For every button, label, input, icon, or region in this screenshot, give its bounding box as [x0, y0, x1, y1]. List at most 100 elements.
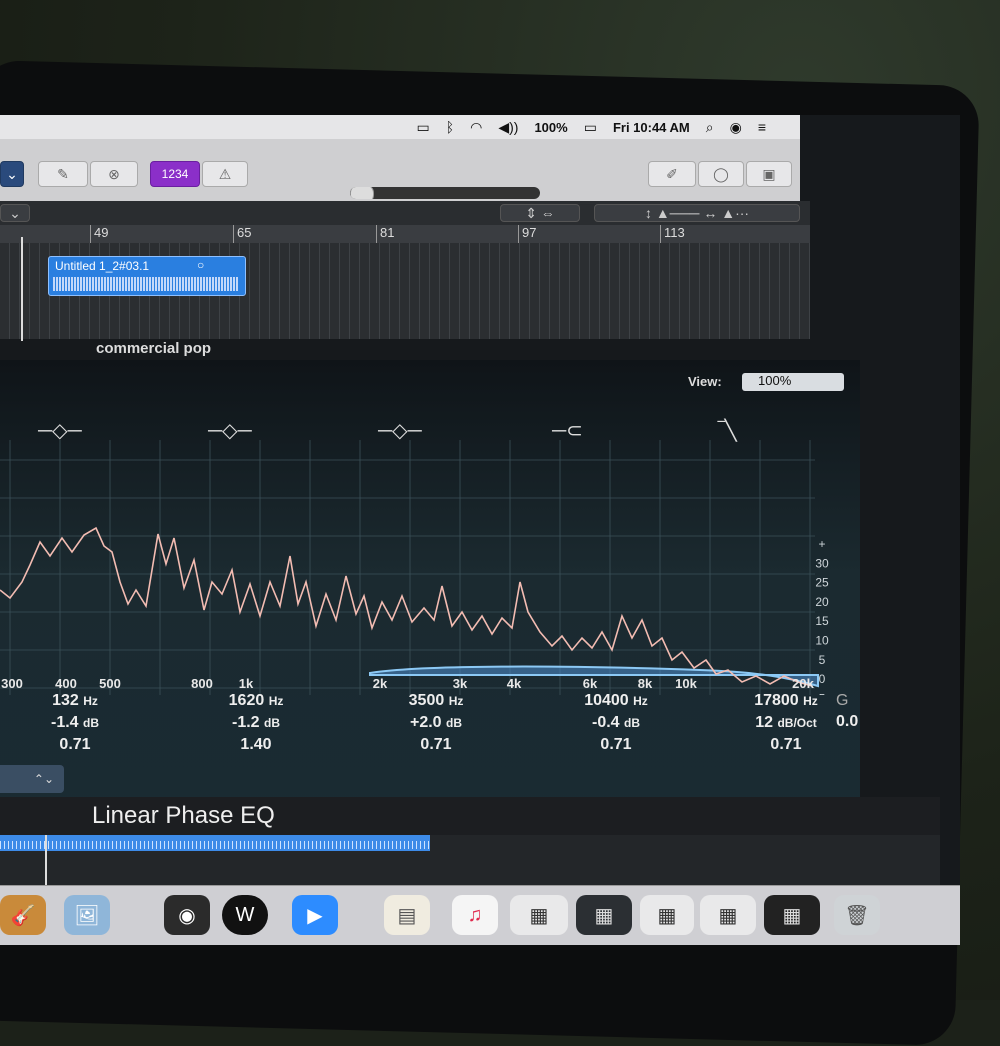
zoom-fit-icon: ⇕ ⇔ [525, 204, 555, 221]
count-in-label: 1234 [161, 167, 189, 181]
zoom-icon[interactable]: ▶ [292, 895, 338, 935]
loop-button[interactable]: ◯ [698, 161, 744, 187]
band-4-params[interactable]: 10400 Hz -0.4 dB 0.71 [546, 690, 686, 755]
chevron-down-icon: ⌄ [6, 165, 18, 182]
playhead[interactable] [21, 237, 23, 341]
window-thumb-icon[interactable]: ▦ [764, 895, 820, 935]
region-waveform [53, 277, 239, 291]
master-gain-params[interactable]: G 0.0 [836, 690, 876, 732]
band-5-params[interactable]: 17800 Hz 12 dB/Oct 0.71 [716, 690, 856, 755]
preset-menu[interactable]: ⌃⌄ [0, 765, 64, 793]
window-thumb-icon[interactable]: ▦ [640, 895, 694, 935]
band-4-q: 0.71 [600, 736, 632, 753]
ruler[interactable]: 49 65 81 97 113 [0, 225, 810, 243]
search-icon[interactable]: ⌕ [706, 119, 714, 136]
band-4-gain: -0.4 dB [591, 714, 641, 731]
zoom-sliders[interactable]: ↕ ▲─── ↔ ▲··· [594, 204, 800, 222]
band-5-slope: 12 dB/Oct [755, 714, 817, 731]
zoom-slider-icon: ↕ ▲─── ↔ ▲··· [644, 205, 750, 221]
preview-icon[interactable]: 🖼 [64, 895, 110, 935]
track-menu-button[interactable]: ⌄ [0, 204, 30, 222]
bottom-region-waveform [0, 841, 430, 849]
band-3-params[interactable]: 3500 Hz +2.0 dB 0.71 [366, 690, 506, 755]
band-2-params[interactable]: 1620 Hz -1.2 dB 1.40 [186, 690, 326, 755]
edit-icon: ✐ [666, 165, 678, 182]
gain-scale-label: 25 [815, 576, 829, 590]
trash-icon[interactable]: 🗑 [834, 895, 880, 935]
master-level-meter[interactable] [350, 187, 540, 199]
frequency-label: 10k [675, 676, 697, 691]
garageband-icon[interactable]: 🎸 [0, 895, 46, 935]
count-in-button[interactable]: 1234 [150, 161, 200, 187]
window-thumb-icon[interactable]: ▦ [576, 895, 632, 935]
frequency-label: 2k [373, 676, 388, 691]
ruler-mark: 65 [233, 225, 251, 243]
battery-icon[interactable]: ▭ [584, 119, 597, 136]
loop-icon: ◯ [713, 165, 729, 182]
region-title: Untitled 1_2#03.1 [55, 259, 150, 273]
frequency-label: 800 [191, 676, 213, 691]
view-label: View: [688, 374, 722, 389]
library-button[interactable]: ▣ [746, 161, 792, 187]
frequency-label: 4k [507, 676, 522, 691]
chevron-down-icon: ⌄ [9, 204, 21, 221]
band-1-params[interactable]: 132 Hz -1.4 dB 0.71 [5, 690, 145, 755]
master-gain-value: 0.0 [836, 713, 859, 730]
close-icon: ⊗ [108, 165, 120, 182]
volume-knob[interactable] [350, 187, 374, 199]
menu-list-icon[interactable]: ≡ [758, 119, 766, 135]
band-3-frequency: 3500 Hz [408, 692, 464, 709]
library-icon: ▣ [762, 165, 776, 182]
pencil-button[interactable]: ✎ [38, 161, 88, 187]
zoom-fit-button[interactable]: ⇕ ⇔ [500, 204, 580, 222]
wifi-icon[interactable]: ◠ [470, 119, 482, 136]
siri-icon[interactable]: ◉ [730, 119, 742, 136]
ruler-mark: 49 [90, 225, 108, 243]
band-2-gain: -1.2 dB [231, 714, 281, 731]
frequency-label: 400 [55, 676, 77, 691]
gain-scale-label: 10 [815, 634, 829, 648]
band-5-frequency: 17800 Hz [754, 692, 818, 709]
band-1-frequency: 132 Hz [52, 692, 98, 709]
window-thumb-icon[interactable]: ▦ [510, 895, 568, 935]
ruler-mark: 113 [660, 225, 685, 243]
spectrum-analyzer-curve [0, 526, 813, 687]
band-1-q: 0.71 [59, 736, 91, 753]
screen: ▭ ᛒ ◠ ◀)) 100% ▭ Fri 10:44 AM ⌕ ◉ ≡ ⌄ ✎ … [0, 115, 960, 945]
ruler-mark: 97 [518, 225, 536, 243]
band-4-frequency: 10400 Hz [584, 692, 648, 709]
project-title: commercial pop [96, 340, 212, 357]
edit-button[interactable]: ✐ [648, 161, 696, 187]
gain-scale-label: 0 [819, 672, 826, 686]
frequency-labels: 300 400 500 800 1k 2k 3k 4k 6k 8k 10k 20k [1, 676, 814, 691]
close-button[interactable]: ⊗ [90, 161, 138, 187]
dropdown-button[interactable]: ⌄ [0, 161, 24, 187]
frequency-label: 3k [453, 676, 468, 691]
gain-scale-label: + [818, 537, 825, 551]
audio-region[interactable]: Untitled 1_2#03.1 ○ [48, 256, 246, 296]
band-3-gain: +2.0 dB [409, 714, 463, 731]
tracks-toolbar: ⌄ ⇕ ⇔ ↕ ▲─── ↔ ▲··· [0, 201, 810, 225]
pencil-icon: ✎ [57, 165, 69, 182]
loop-indicator-icon: ○ [197, 258, 205, 272]
music-mp3-icon[interactable]: ♫ [452, 895, 498, 935]
updown-chevron-icon: ⌃⌄ [33, 772, 54, 786]
document-icon[interactable]: ▤ [384, 895, 430, 935]
frequency-label: 20k [792, 676, 814, 691]
band-3-q: 0.71 [420, 736, 452, 753]
master-gain-header: G [836, 692, 849, 709]
waves-icon[interactable]: W [222, 895, 268, 935]
window-thumb-icon[interactable]: ▦ [700, 895, 756, 935]
display-icon[interactable]: ▭ [417, 119, 430, 136]
eq-graph[interactable]: 300 400 500 800 1k 2k 3k 4k 6k 8k 10k 20k +30 25 20 15… [0, 440, 860, 695]
metronome-icon: ⚠ [218, 165, 232, 182]
volume-icon[interactable]: ◀)) [498, 119, 518, 136]
ruler-mark: 81 [376, 225, 394, 243]
clock[interactable]: Fri 10:44 AM [613, 120, 690, 135]
metronome-button[interactable]: ⚠ [202, 161, 248, 187]
band-2-q: 1.40 [240, 736, 272, 753]
finder-disk-icon[interactable]: ◉ [164, 895, 210, 935]
view-zoom-select[interactable]: 100% [742, 373, 844, 391]
frequency-label: 6k [583, 676, 598, 691]
bluetooth-icon[interactable]: ᛒ [446, 119, 454, 135]
